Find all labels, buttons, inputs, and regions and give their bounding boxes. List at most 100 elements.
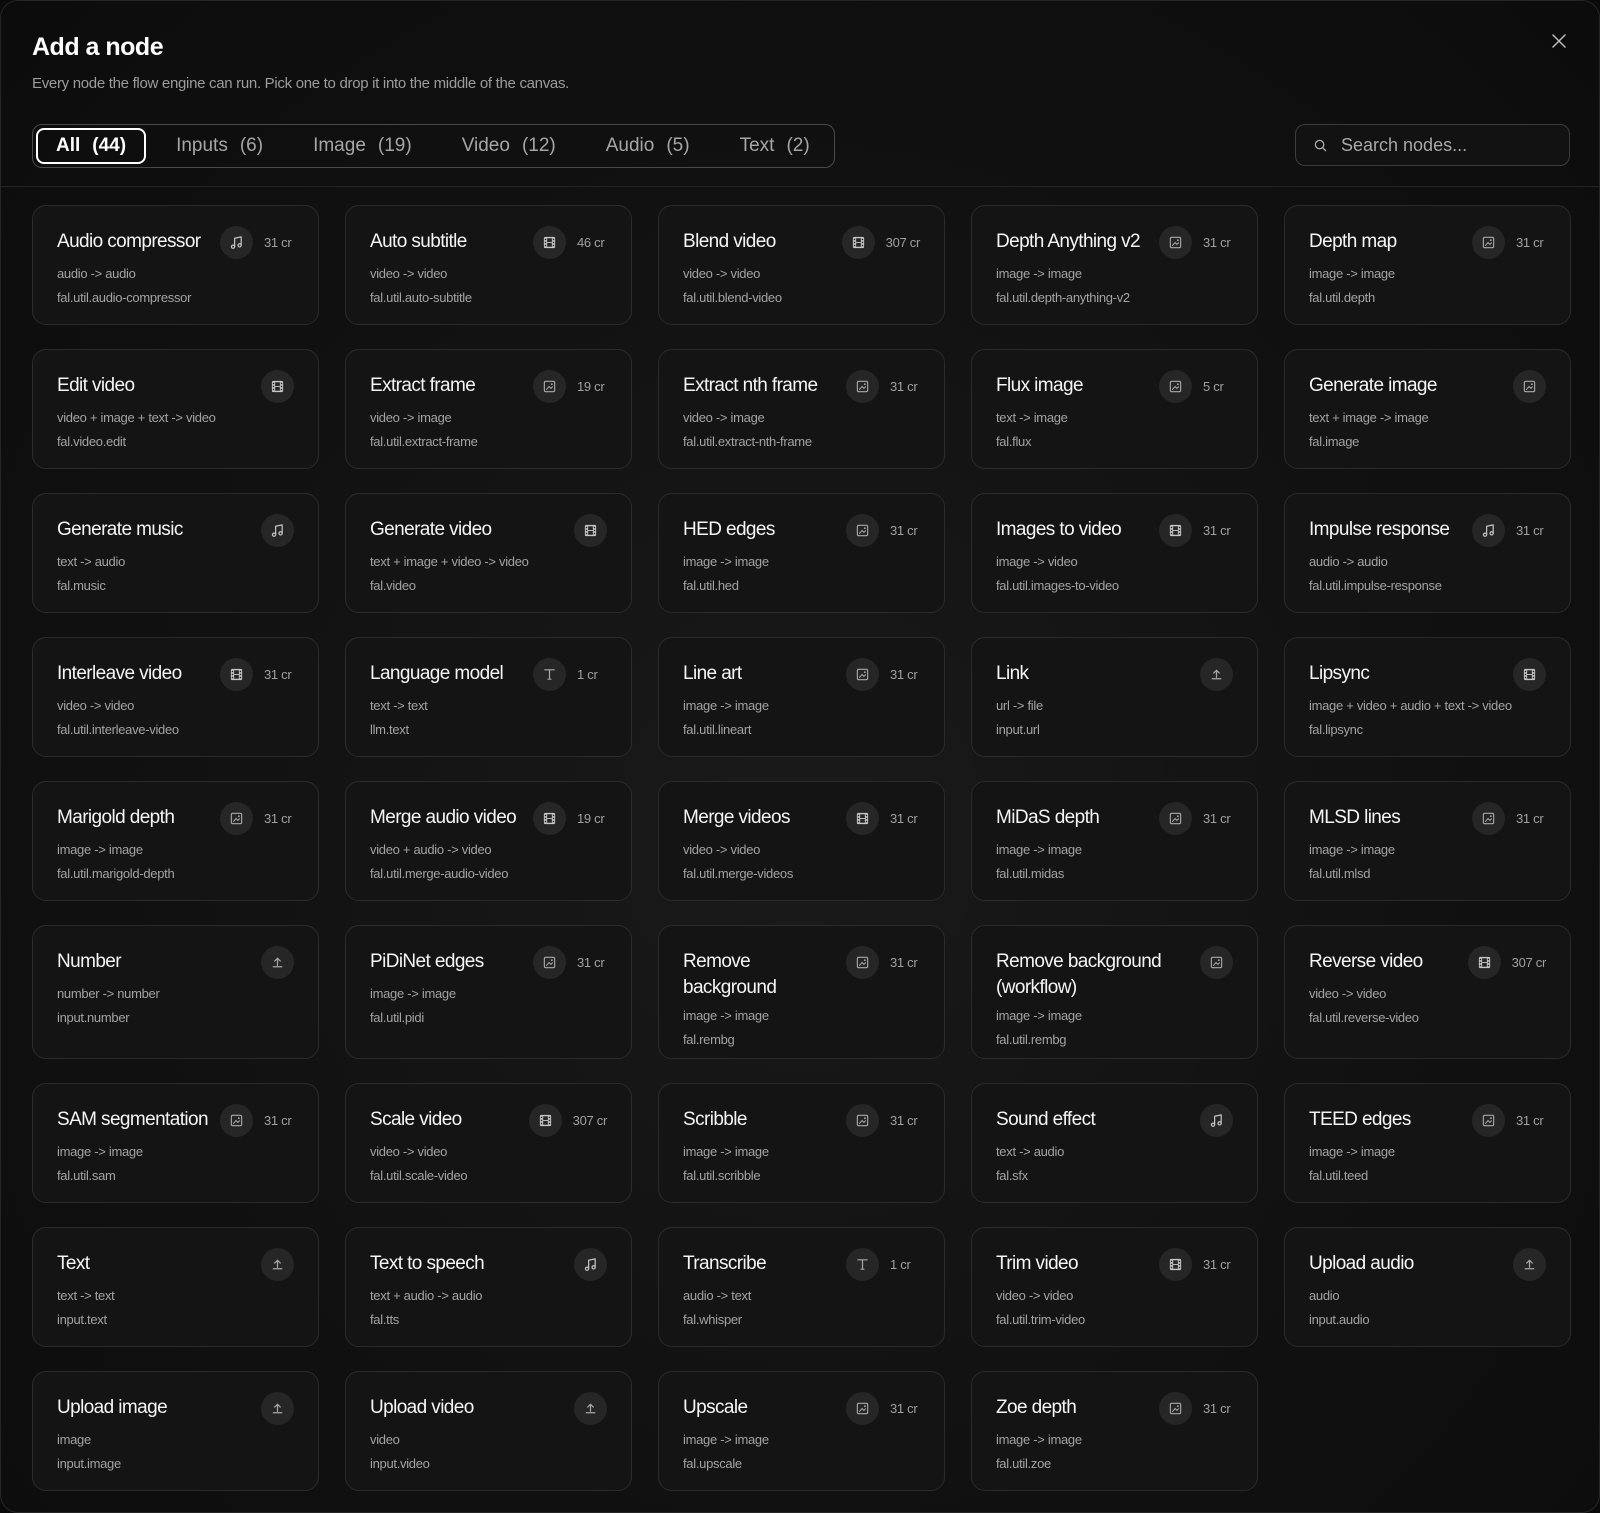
node-title: Trim video: [996, 1253, 1079, 1274]
node-meta: [574, 1392, 607, 1425]
tab-all[interactable]: All (44): [36, 128, 147, 164]
node-card-audio-compressor[interactable]: Audio compressor 31 cr audio -> audio fal.u…: [32, 205, 319, 325]
node-card-edit-video[interactable]: Edit video video + image + text -> video f…: [32, 349, 319, 469]
dialog-subtitle: Every node the flow engine can run. Pick…: [32, 75, 570, 92]
node-title: Lipsync: [1309, 663, 1370, 684]
node-card-auto-subtitle[interactable]: Auto subtitle 46 cr video -> video fal.util…: [345, 205, 632, 325]
node-meta: 31 cr: [533, 946, 607, 979]
node-title: PiDiNet edges: [370, 951, 484, 972]
node-meta: 1 cr: [846, 1248, 920, 1281]
node-card-remove-background-workflow[interactable]: Remove background (workflow) image -> ima…: [971, 925, 1258, 1059]
image-icon: [1472, 802, 1505, 835]
card-header: Trim video 31 cr: [996, 1248, 1233, 1281]
node-meta: 31 cr: [846, 514, 920, 547]
node-card-mlsd-lines[interactable]: MLSD lines 31 cr image -> image fal.util.ml…: [1284, 781, 1571, 901]
node-card-text-to-speech[interactable]: Text to speech text + audio -> audio fal.t…: [345, 1227, 632, 1347]
node-title: MLSD lines: [1309, 807, 1401, 828]
node-card-pidinet-edges[interactable]: PiDiNet edges 31 cr image -> image fal.util…: [345, 925, 632, 1059]
card-header: Extract nth frame 31 cr: [683, 370, 920, 403]
node-card-impulse-response[interactable]: Impulse response 31 cr audio -> audio fal.u…: [1284, 493, 1571, 613]
tab-count: (5): [666, 135, 690, 156]
node-meta: 31 cr: [1472, 226, 1546, 259]
image-icon: [846, 1392, 879, 1425]
node-card-lipsync[interactable]: Lipsync image + video + audio + text -> v…: [1284, 637, 1571, 757]
node-card-scale-video[interactable]: Scale video 307 cr video -> video fal.util.…: [345, 1083, 632, 1203]
upload-icon: [574, 1392, 607, 1425]
node-card-marigold-depth[interactable]: Marigold depth 31 cr image -> image fal.uti…: [32, 781, 319, 901]
node-io: image -> image: [683, 1144, 769, 1159]
tab-image[interactable]: Image (19): [293, 128, 432, 164]
node-io: video -> video: [57, 698, 135, 713]
node-meta: 307 cr: [841, 226, 920, 259]
node-card-number[interactable]: Number number -> number input.number: [32, 925, 319, 1059]
node-card-upload-image[interactable]: Upload image image input.image: [32, 1371, 319, 1491]
node-title: Text: [57, 1253, 90, 1274]
video-icon: [1159, 514, 1192, 547]
video-icon: [574, 514, 607, 547]
card-header: HED edges 31 cr: [683, 514, 920, 547]
node-card-upload-audio[interactable]: Upload audio audio input.audio: [1284, 1227, 1571, 1347]
node-title: Depth Anything v2: [996, 231, 1141, 252]
node-slug: fal.util.extract-nth-frame: [683, 434, 812, 449]
node-card-link[interactable]: Link url -> file input.url: [971, 637, 1258, 757]
node-card-merge-audio-video[interactable]: Merge audio video 19 cr video + audio -> v…: [345, 781, 632, 901]
node-cost: 31 cr: [264, 667, 292, 682]
image-icon: [1513, 370, 1546, 403]
node-meta: 31 cr: [1159, 1392, 1233, 1425]
node-card-blend-video[interactable]: Blend video 307 cr video -> video fal.util.…: [658, 205, 945, 325]
tab-count: (44): [92, 135, 127, 156]
node-title: Upscale: [683, 1397, 748, 1418]
image-icon: [1472, 226, 1505, 259]
node-meta: 31 cr: [1472, 1104, 1546, 1137]
search-box[interactable]: [1295, 124, 1570, 166]
node-card-flux-image[interactable]: Flux image 5 cr text -> image fal.flux: [971, 349, 1258, 469]
add-node-dialog: Add a node Every node the flow engine ca…: [0, 0, 1600, 1513]
search-input[interactable]: [1341, 134, 1561, 156]
node-card-scribble[interactable]: Scribble 31 cr image -> image fal.util.scri…: [658, 1083, 945, 1203]
node-card-language-model[interactable]: Language model 1 cr text -> text llm.text: [345, 637, 632, 757]
node-card-extract-nth-frame[interactable]: Extract nth frame 31 cr video -> image fal.…: [658, 349, 945, 469]
node-title: SAM segmentation: [57, 1109, 209, 1130]
node-card-upload-video[interactable]: Upload video video input.video: [345, 1371, 632, 1491]
node-title: HED edges: [683, 519, 775, 540]
node-card-images-to-video[interactable]: Images to video 31 cr image -> video fal.ut…: [971, 493, 1258, 613]
node-card-depth-anything-v2[interactable]: Depth Anything v2 31 cr image -> image fal.…: [971, 205, 1258, 325]
node-card-sam-segmentation[interactable]: SAM segmentation 31 cr image -> image fal.u…: [32, 1083, 319, 1203]
node-card-remove-background[interactable]: Remove background 31 cr image -> image fal.…: [658, 925, 945, 1059]
node-card-line-art[interactable]: Line art 31 cr image -> image fal.util.line…: [658, 637, 945, 757]
node-card-reverse-video[interactable]: Reverse video 307 cr video -> video fal.uti…: [1284, 925, 1571, 1059]
node-card-generate-image[interactable]: Generate image text + image -> image fal.i…: [1284, 349, 1571, 469]
node-card-trim-video[interactable]: Trim video 31 cr video -> video fal.util.tr…: [971, 1227, 1258, 1347]
node-card-merge-videos[interactable]: Merge videos 31 cr video -> video fal.util.…: [658, 781, 945, 901]
node-slug: fal.sfx: [996, 1168, 1028, 1183]
node-card-generate-music[interactable]: Generate music text -> audio fal.music: [32, 493, 319, 613]
node-card-generate-video[interactable]: Generate video text + image + video -> vi…: [345, 493, 632, 613]
node-card-upscale[interactable]: Upscale 31 cr image -> image fal.upscale: [658, 1371, 945, 1491]
tab-inputs[interactable]: Inputs (6): [156, 128, 283, 164]
tab-video[interactable]: Video (12): [442, 128, 576, 164]
node-meta: 31 cr: [846, 1392, 920, 1425]
tab-text[interactable]: Text (2): [720, 128, 830, 164]
node-slug: fal.util.depth: [1309, 290, 1375, 305]
node-cost: 31 cr: [1516, 523, 1544, 538]
node-card-hed-edges[interactable]: HED edges 31 cr image -> image fal.util.hed: [658, 493, 945, 613]
node-card-teed-edges[interactable]: TEED edges 31 cr image -> image fal.util.te…: [1284, 1083, 1571, 1203]
node-card-zoe-depth[interactable]: Zoe depth 31 cr image -> image fal.util.zoe: [971, 1371, 1258, 1491]
node-card-depth-map[interactable]: Depth map 31 cr image -> image fal.util.dep…: [1284, 205, 1571, 325]
image-icon: [846, 946, 879, 979]
node-card-sound-effect[interactable]: Sound effect text -> audio fal.sfx: [971, 1083, 1258, 1203]
node-card-extract-frame[interactable]: Extract frame 19 cr video -> image fal.util…: [345, 349, 632, 469]
video-icon: [846, 802, 879, 835]
tab-audio[interactable]: Audio (5): [586, 128, 710, 164]
card-header: Blend video 307 cr: [683, 226, 920, 259]
close-button[interactable]: [1545, 27, 1573, 55]
node-card-text[interactable]: Text text -> text input.text: [32, 1227, 319, 1347]
node-title: Transcribe: [683, 1253, 767, 1274]
node-card-midas-depth[interactable]: MiDaS depth 31 cr image -> image fal.util.m…: [971, 781, 1258, 901]
node-io: image -> image: [996, 842, 1082, 857]
image-icon: [1159, 226, 1192, 259]
node-meta: 31 cr: [846, 370, 920, 403]
node-card-interleave-video[interactable]: Interleave video 31 cr video -> video fal.u…: [32, 637, 319, 757]
node-card-transcribe[interactable]: Transcribe 1 cr audio -> text fal.whisper: [658, 1227, 945, 1347]
card-header: Upload audio: [1309, 1248, 1546, 1281]
